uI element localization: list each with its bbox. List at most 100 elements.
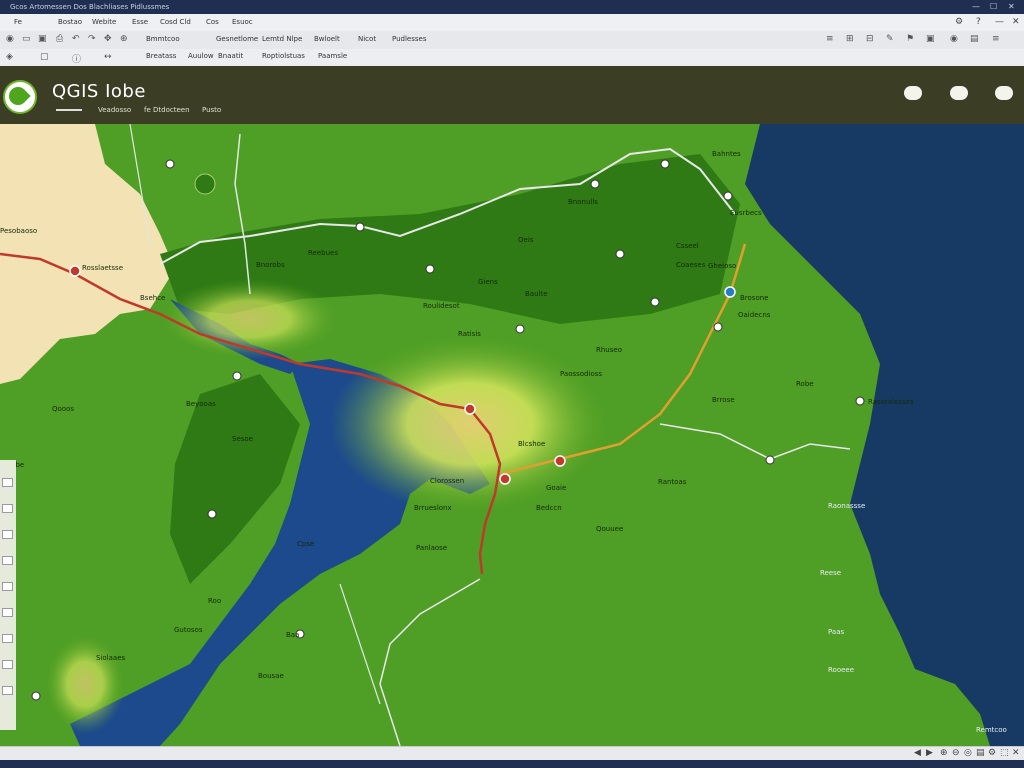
locate-icon[interactable]: ◎ (964, 748, 972, 758)
zoom-in-icon[interactable]: ⊕ (940, 748, 948, 758)
map-label: Brosone (740, 294, 769, 302)
poi-marker (425, 264, 435, 274)
toolbar-item-5[interactable]: Nicot (358, 35, 376, 43)
map-label-sea: Reese (820, 569, 842, 577)
layer-toggle[interactable] (2, 556, 13, 565)
tool-icon-4[interactable]: ✎ (886, 34, 894, 44)
poi-marker (165, 159, 175, 169)
toolbar2-item-5[interactable]: Paamsle (318, 52, 347, 60)
map-label: Bnorobs (256, 261, 285, 269)
header-nav-3[interactable]: Pusto (202, 106, 221, 114)
maximize-button[interactable]: ☐ (990, 2, 997, 11)
layer-toggle[interactable] (2, 504, 13, 513)
help-icon[interactable]: ? (976, 17, 981, 27)
identify-icon[interactable]: ⓘ (72, 52, 81, 65)
layer-toggle[interactable] (2, 686, 13, 695)
minimize-button[interactable]: — (972, 2, 980, 11)
minimize-icon[interactable]: — (995, 17, 1004, 27)
menu-item-5[interactable]: Cosd Cld (160, 18, 191, 26)
zoom-out-icon[interactable]: ⊖ (952, 748, 960, 758)
tool-icon-7[interactable]: ◉ (950, 34, 958, 44)
fullscreen-icon[interactable]: ⬚ (1000, 748, 1009, 758)
undo-icon[interactable]: ↶ (72, 34, 80, 44)
toolbar-item-1[interactable]: Bmmtcoo (146, 35, 180, 43)
map-label: Coaeses (676, 261, 706, 269)
map-label: Bsehce (140, 294, 166, 302)
layer-icon[interactable]: ◈ (6, 52, 13, 62)
tool-icon-3[interactable]: ⊟ (866, 34, 874, 44)
print-icon[interactable]: ⎙ (56, 34, 63, 44)
map-label: Beyooas (186, 400, 216, 408)
map-label: Gheioso (708, 262, 737, 270)
tool-icon-6[interactable]: ▣ (926, 34, 935, 44)
nav-next-icon[interactable]: ▶ (926, 748, 933, 758)
redo-icon[interactable]: ↷ (88, 34, 96, 44)
tool-icon-1[interactable]: ≡ (826, 34, 834, 44)
map-label: Eusrbecs (730, 209, 762, 217)
tool-icon-9[interactable]: ≡ (992, 34, 1000, 44)
map-canvas[interactable]: Pesobaoso Rosslaetsse Bsehce Bnorobs Ree… (0, 124, 1024, 746)
map-label: Roulidesot (423, 302, 460, 310)
park-marker (194, 173, 216, 195)
pan-icon[interactable]: ✥ (104, 34, 112, 44)
zoom-in-icon[interactable]: ⊕ (120, 34, 128, 44)
save-icon[interactable]: ▣ (38, 34, 47, 44)
toolbar2-item-4[interactable]: Roptiolstuas (262, 52, 305, 60)
map-label: Bousae (258, 672, 284, 680)
toolbar-item-3[interactable]: Lemtd Nlpe (262, 35, 302, 43)
header-button-3[interactable] (995, 86, 1013, 100)
map-label: Robe (796, 380, 814, 388)
layer-toggle[interactable] (2, 478, 13, 487)
menu-item-6[interactable]: Cos (206, 18, 219, 26)
close-panel-icon[interactable]: ✕ (1012, 748, 1020, 758)
toolbar2-item-3[interactable]: Bnaatit (218, 52, 243, 60)
header-nav-1[interactable]: Veadosso (98, 106, 131, 114)
map-label: Qooos (52, 405, 75, 413)
menu-item-file[interactable]: Fe (14, 18, 22, 26)
layers-icon[interactable]: ▤ (976, 748, 985, 758)
poi-marker (650, 297, 660, 307)
map-label: Brrueslonx (414, 504, 452, 512)
layer-toggle[interactable] (2, 634, 13, 643)
menu-item-3[interactable]: Webite (92, 18, 116, 26)
map-label: Roo (208, 597, 222, 605)
measure-icon[interactable]: ↔ (104, 52, 112, 62)
toolbar-item-2[interactable]: Gesnetlome (216, 35, 258, 43)
select-icon[interactable]: ▢ (40, 52, 49, 62)
header-nav-2[interactable]: fe Dtdocteen (144, 106, 190, 114)
toolbar2-item-1[interactable]: Breatass (146, 52, 176, 60)
tool-icon-2[interactable]: ⊞ (846, 34, 854, 44)
menu-item-4[interactable]: Esse (132, 18, 148, 26)
map-label: Paossodioss (560, 370, 603, 378)
close-icon[interactable]: ✕ (1012, 17, 1020, 27)
map-label-sea: Paas (828, 628, 845, 636)
menu-item-7[interactable]: Esuoc (232, 18, 253, 26)
poi-marker (765, 455, 775, 465)
layer-toggle[interactable] (2, 530, 13, 539)
menu-item-2[interactable]: Bostao (58, 18, 82, 26)
toolbar-item-6[interactable]: Pudlesses (392, 35, 426, 43)
map-label: Csseel (676, 242, 699, 250)
tool-icon-5[interactable]: ⚑ (906, 34, 914, 44)
open-icon[interactable]: ▭ (22, 34, 31, 44)
map-svg[interactable] (0, 124, 1024, 746)
toolbar2-item-2[interactable]: Auulow (188, 52, 214, 60)
map-label: Reebues (308, 249, 338, 257)
header-button-2[interactable] (950, 86, 968, 100)
map-label-sea: Raonassse (828, 502, 866, 510)
poi-marker (660, 159, 670, 169)
close-button[interactable]: ✕ (1008, 2, 1015, 11)
settings-icon[interactable]: ⚙ (988, 748, 996, 758)
tool-icon-8[interactable]: ▤ (970, 34, 979, 44)
layer-toggle[interactable] (2, 660, 13, 669)
new-icon[interactable]: ◉ (6, 34, 14, 44)
layer-toggle[interactable] (2, 582, 13, 591)
nav-prev-icon[interactable]: ◀ (914, 748, 921, 758)
header-button-1[interactable] (904, 86, 922, 100)
map-label-sea: Rooeee (828, 666, 855, 674)
gear-icon[interactable]: ⚙ (955, 17, 963, 27)
map-label: Oaidecns (738, 311, 771, 319)
toolbar-item-4[interactable]: Bwloelt (314, 35, 340, 43)
layer-toggle[interactable] (2, 608, 13, 617)
info-marker (724, 286, 736, 298)
